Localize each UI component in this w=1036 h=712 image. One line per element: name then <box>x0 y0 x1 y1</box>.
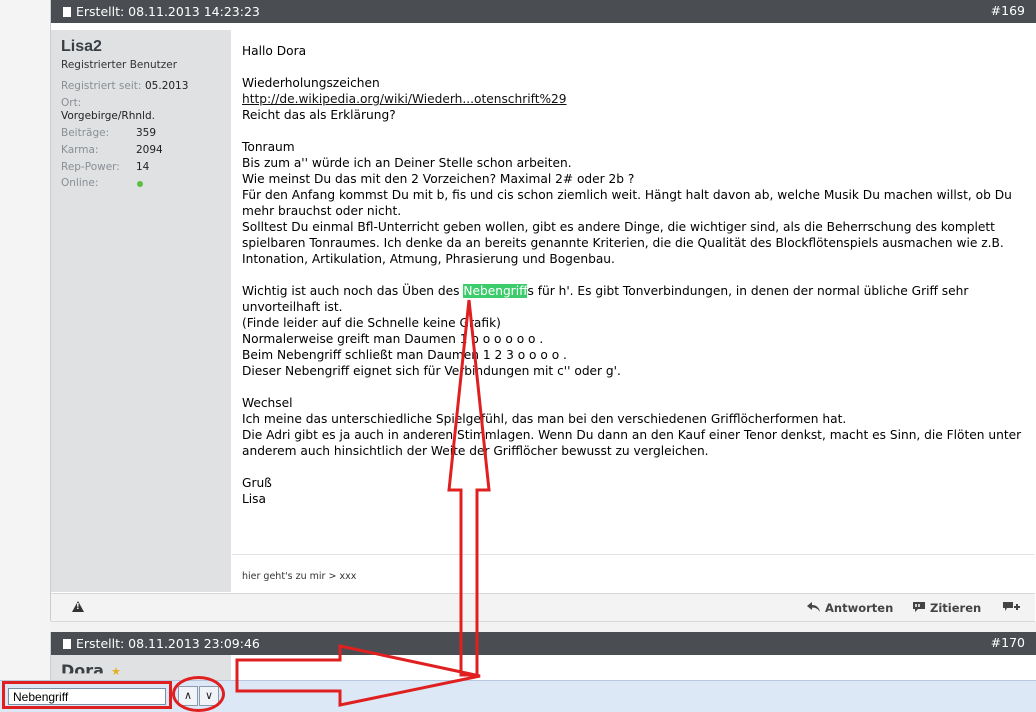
annotation-arrows <box>235 299 491 707</box>
annotation-up-arrow <box>447 299 491 677</box>
annotation-right-arrow <box>235 644 481 707</box>
